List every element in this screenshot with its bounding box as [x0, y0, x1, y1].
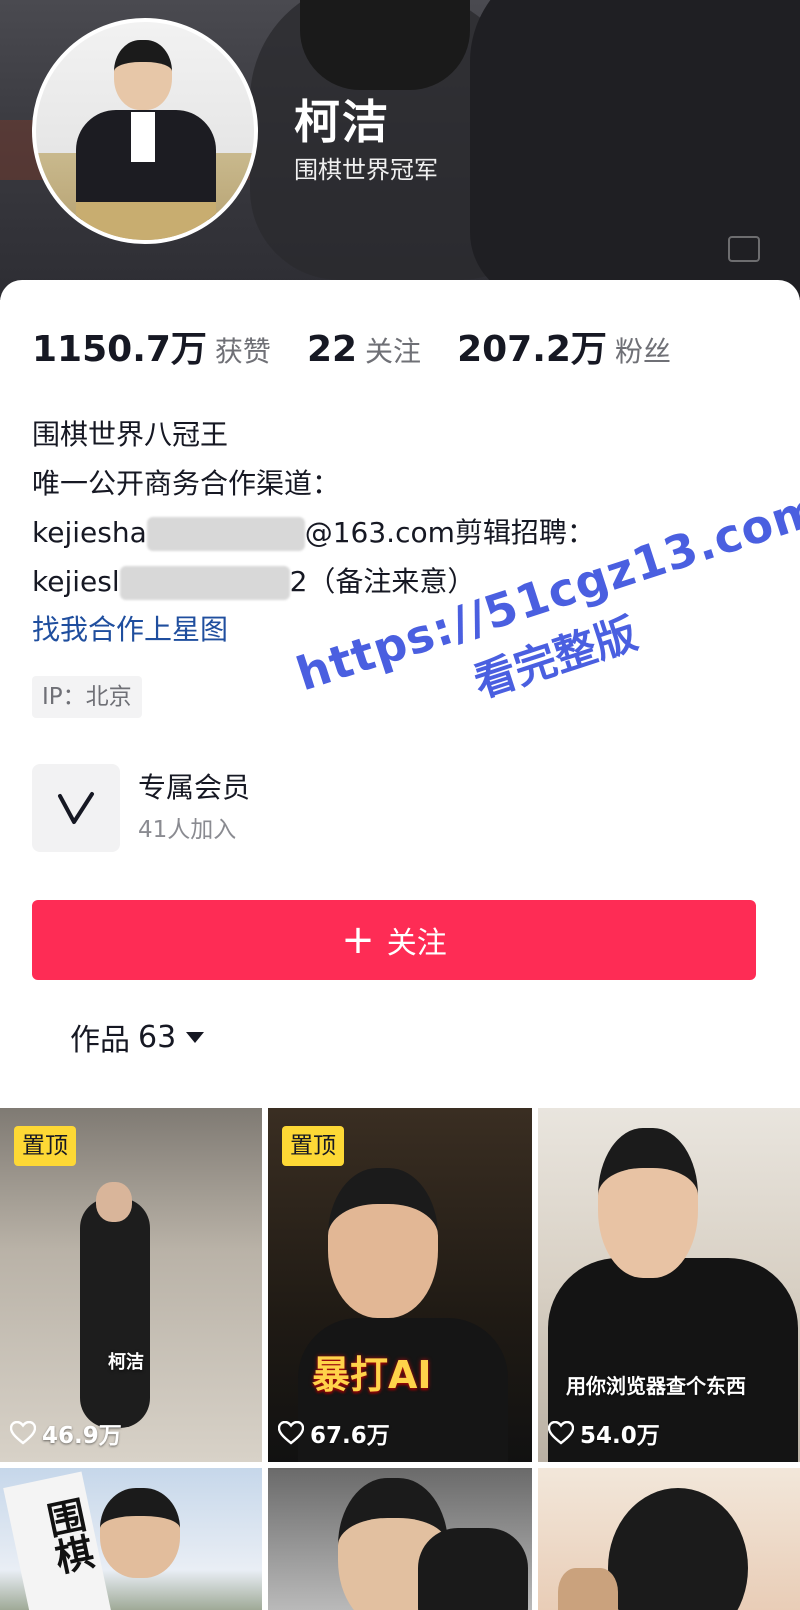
- cooperation-link[interactable]: 找我合作上星图: [32, 606, 752, 654]
- likes-count: 67.6万: [310, 1423, 390, 1449]
- bio-email-prefix: kejiesha: [32, 516, 147, 549]
- tab-works[interactable]: 作品 63: [70, 1015, 205, 1059]
- avatar[interactable]: [32, 18, 258, 244]
- stat-label: 获赞: [214, 335, 271, 368]
- stat-label: 粉丝: [614, 335, 671, 368]
- bio-line: kejiesha @163.com剪辑招聘：: [32, 508, 752, 557]
- bio-line: 唯一公开商务合作渠道：: [32, 467, 341, 500]
- video-thumbnail-figure: [608, 1488, 748, 1610]
- video-thumbnail-figure: [598, 1128, 698, 1278]
- membership-v-icon: [32, 764, 120, 852]
- video-caption: 柯洁: [108, 1352, 144, 1373]
- stat-label: 关注: [365, 335, 422, 368]
- bio-contact-suffix: 2（备注来意）: [289, 565, 476, 598]
- video-tile[interactable]: 围棋: [0, 1468, 262, 1610]
- profile-stats: 1150.7万 获赞 22 关注 207.2万 粉丝: [32, 320, 707, 372]
- video-grid: 置顶 柯洁 46.9万 置顶 暴打AI 67.6万 用你浏览器查个东西 54.0…: [0, 1108, 800, 1610]
- video-thumbnail-figure: [418, 1528, 528, 1610]
- video-tile[interactable]: [268, 1468, 532, 1610]
- membership-count: 41人加入: [138, 817, 237, 843]
- stat-value: 22: [306, 329, 358, 370]
- heart-icon: [278, 1421, 304, 1445]
- pinned-badge: 置顶: [14, 1126, 76, 1166]
- video-thumbnail-figure: [100, 1488, 180, 1578]
- cover-corner-icon: [728, 236, 760, 262]
- video-likes: 46.9万: [10, 1416, 122, 1450]
- likes-count: 46.9万: [42, 1423, 122, 1449]
- heart-icon: [548, 1421, 574, 1445]
- video-caption: 用你浏览器查个东西: [566, 1374, 746, 1398]
- video-likes: 54.0万: [548, 1416, 660, 1450]
- avatar-figure: [131, 112, 155, 162]
- cover-mask-detail: [300, 0, 470, 90]
- works-tab-count: 63: [138, 1019, 177, 1055]
- caret-down-icon: [186, 1031, 205, 1043]
- video-tile[interactable]: 置顶 暴打AI 67.6万: [268, 1108, 532, 1462]
- profile-subtitle: 围棋世界冠军: [294, 156, 438, 184]
- redacted-blur: [146, 517, 305, 551]
- pinned-badge: 置顶: [282, 1126, 344, 1166]
- avatar-figure: [114, 40, 172, 110]
- video-caption: 暴打AI: [312, 1353, 432, 1397]
- video-thumbnail-figure: [558, 1568, 618, 1610]
- video-likes: 67.6万: [278, 1416, 390, 1450]
- stat-value: 207.2万: [457, 329, 607, 370]
- bio-email-suffix: @163.com剪辑招聘：: [304, 516, 595, 549]
- stat-following[interactable]: 22 关注: [307, 329, 421, 370]
- stat-followers[interactable]: 207.2万 粉丝: [457, 320, 671, 372]
- heart-icon: [10, 1421, 36, 1445]
- ip-location-tag: IP：北京: [32, 676, 142, 718]
- bio-line: kejiesl 2（备注来意）: [32, 557, 752, 606]
- bio-line: 围棋世界八冠王: [32, 418, 229, 451]
- likes-count: 54.0万: [580, 1423, 660, 1449]
- video-tile[interactable]: [538, 1468, 800, 1610]
- video-thumbnail-figure: [328, 1168, 438, 1318]
- redacted-blur: [119, 566, 290, 600]
- membership-entry[interactable]: 专属会员 41人加入: [32, 764, 250, 852]
- membership-text: 专属会员 41人加入: [138, 766, 250, 850]
- works-tab-label: 作品: [70, 1023, 130, 1058]
- stat-value: 1150.7万: [32, 329, 207, 370]
- avatar-go-board: [76, 202, 216, 240]
- video-tile[interactable]: 置顶 柯洁 46.9万: [0, 1108, 262, 1462]
- plus-icon: +: [341, 917, 375, 963]
- video-thumbnail-figure: [96, 1182, 132, 1222]
- follow-button-label: 关注: [386, 926, 447, 961]
- follow-button[interactable]: + 关注: [32, 900, 756, 980]
- profile-bio: 围棋世界八冠王 唯一公开商务合作渠道： kejiesha @163.com剪辑招聘…: [32, 410, 752, 654]
- profile-name: 柯洁: [294, 95, 390, 149]
- profile-cover: 柯洁 围棋世界冠军: [0, 0, 800, 300]
- bio-contact-prefix: kejiesl: [32, 565, 120, 598]
- membership-title: 专属会员: [138, 771, 251, 804]
- stat-likes[interactable]: 1150.7万 获赞: [32, 320, 271, 372]
- video-thumbnail-figure: [80, 1198, 150, 1428]
- video-tile[interactable]: 用你浏览器查个东西 54.0万: [538, 1108, 800, 1462]
